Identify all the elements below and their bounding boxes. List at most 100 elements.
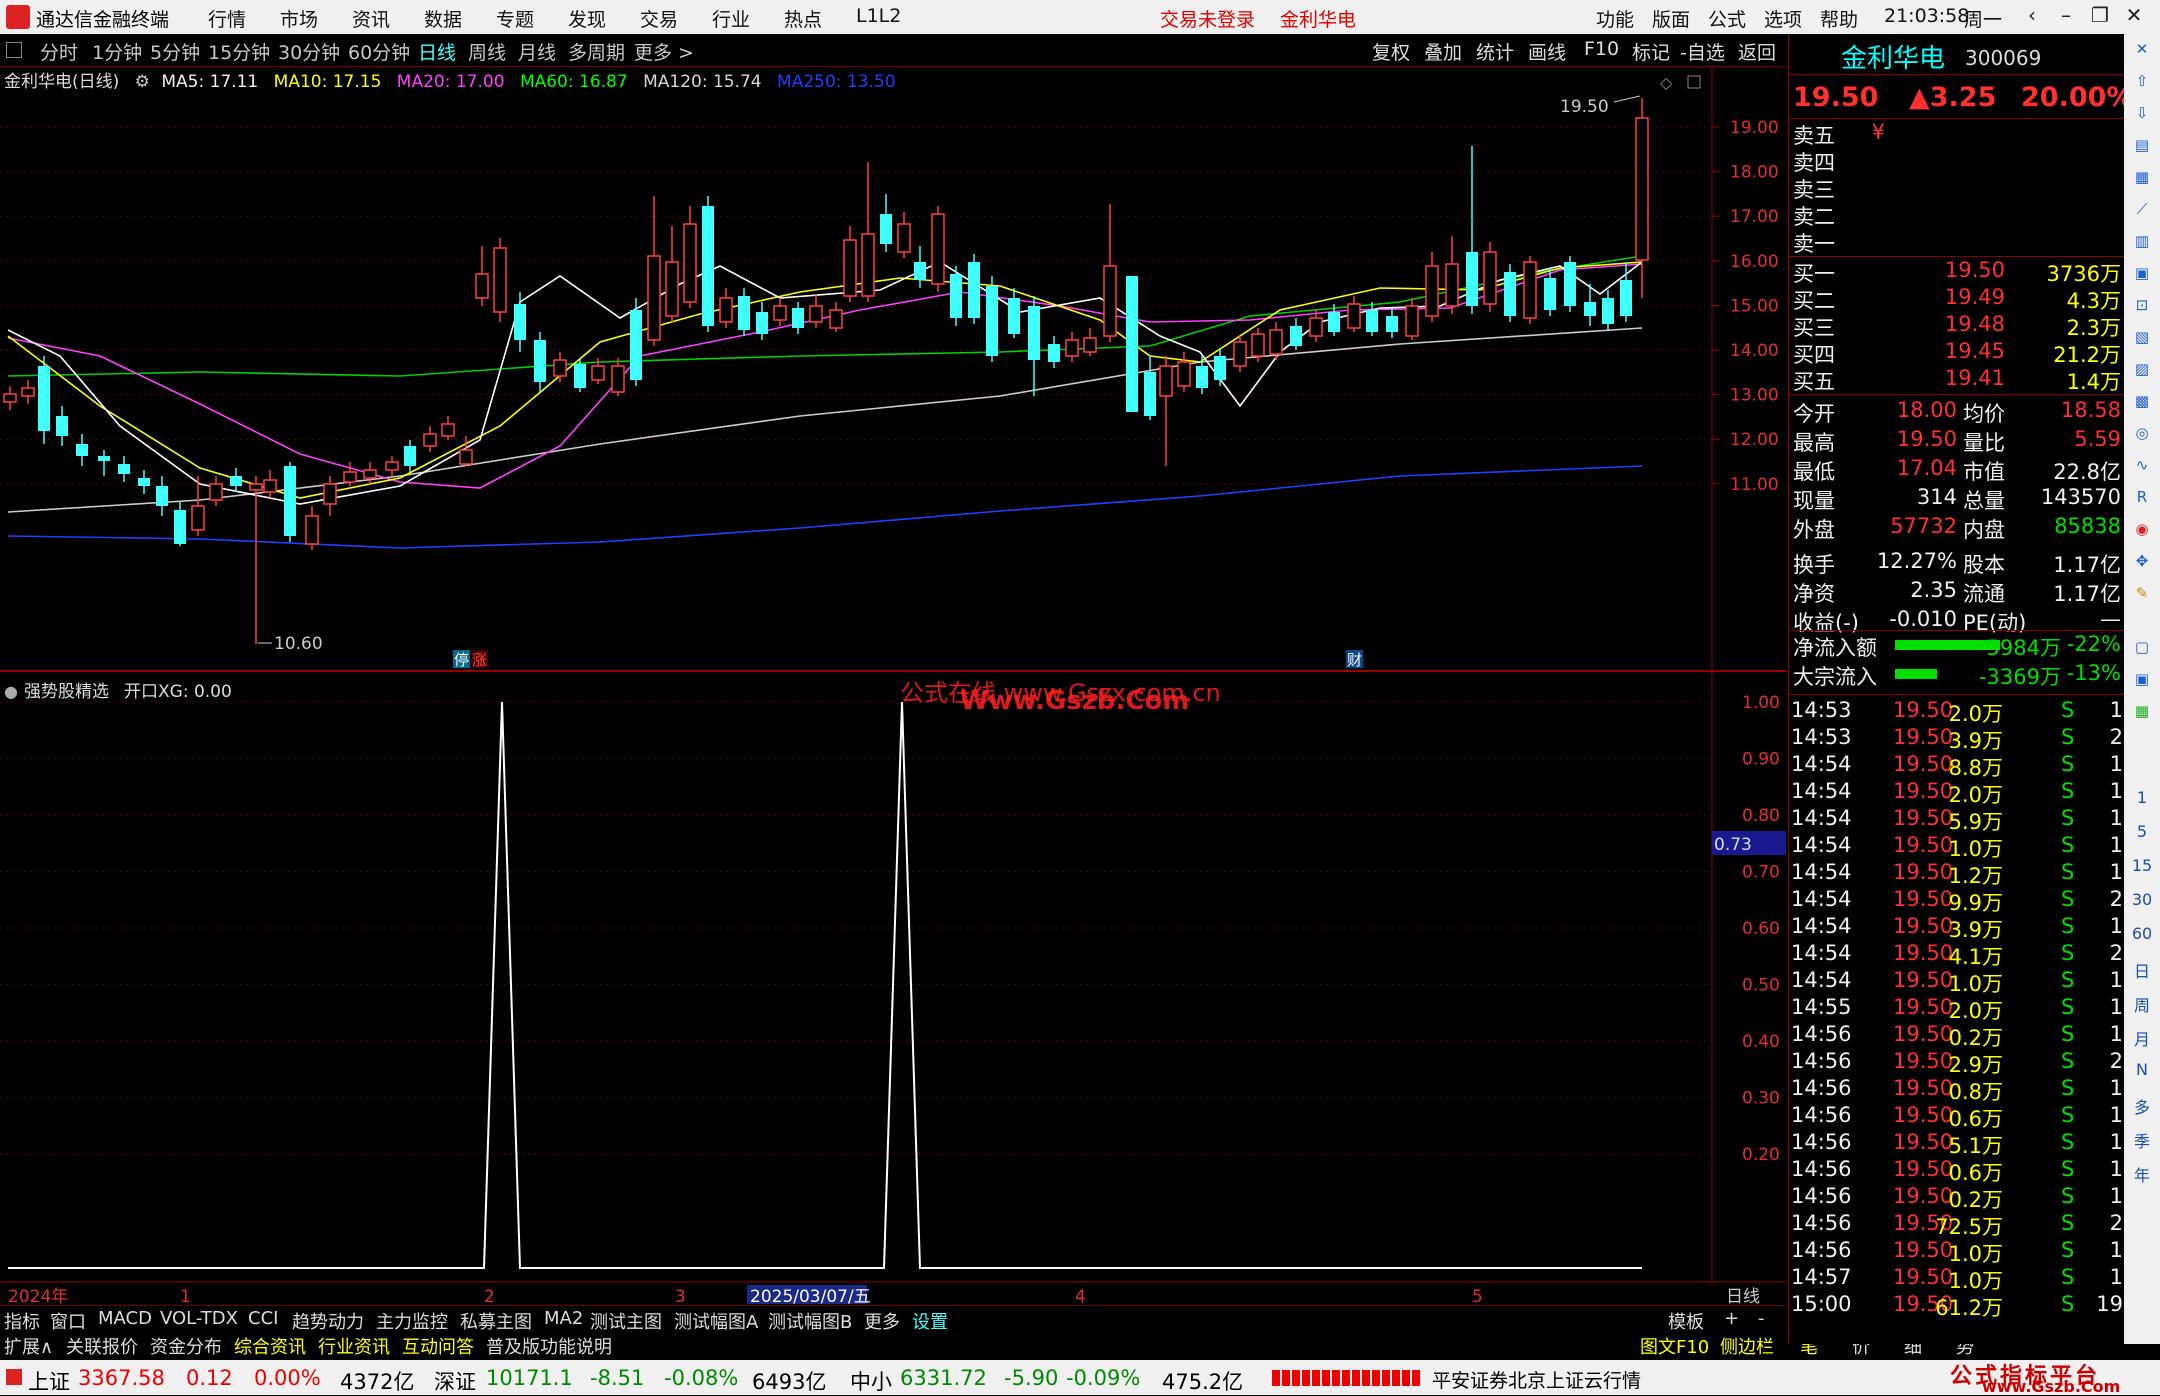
sell-level[interactable]: 卖五 ¥ [1789, 120, 2125, 148]
toolbar-period-button[interactable]: 30 [2130, 890, 2154, 912]
back-icon[interactable]: ‹ [2018, 3, 2046, 31]
close-icon[interactable]: ✕ [2120, 3, 2148, 31]
toolbar-period-button[interactable]: 日 [2130, 958, 2154, 981]
tab-related-quotes[interactable]: 关联报价 [66, 1333, 138, 1359]
toolbar-period-button[interactable]: 周 [2130, 992, 2154, 1015]
tab-15min[interactable]: 15分钟 [208, 38, 270, 65]
toolbar-period-button[interactable]: 15 [2130, 856, 2154, 878]
button-back[interactable]: 返回 [1738, 38, 1776, 65]
toolbar-line-icon[interactable]: ⟋ [2130, 200, 2154, 222]
sell-level[interactable]: 卖三 [1789, 174, 2125, 202]
tab-ma2[interactable]: MA2 [544, 1308, 583, 1329]
toolbar-grid2-icon[interactable]: ▦ [2130, 702, 2154, 724]
button-remove-watchlist[interactable]: -自选 [1680, 38, 1725, 65]
tab-feature-guide[interactable]: 普及版功能说明 [486, 1333, 612, 1359]
toolbar-period-button[interactable]: 月 [2130, 1026, 2154, 1049]
toolbar-period-button[interactable]: 季 [2130, 1128, 2154, 1151]
button-remove[interactable]: - [1758, 1308, 1765, 1329]
menu-topics[interactable]: 专题 [496, 5, 534, 32]
tab-cci[interactable]: CCI [248, 1308, 278, 1329]
tab-1min[interactable]: 1分钟 [92, 38, 142, 65]
tab-60min[interactable]: 60分钟 [348, 38, 410, 65]
tab-macd[interactable]: MACD [98, 1308, 152, 1329]
button-mark[interactable]: 标记 [1632, 38, 1670, 65]
menu-data[interactable]: 数据 [424, 5, 462, 32]
toolbar-wave-icon[interactable]: ∿ [2130, 456, 2154, 478]
toolbar-period-button[interactable]: 5 [2130, 822, 2154, 844]
event-tag-finance[interactable]: 财 [1347, 651, 1362, 669]
buy-level[interactable]: 买五 19.41 1.4万 [1789, 366, 2125, 394]
restore-icon[interactable]: ❐ [2086, 3, 2114, 31]
toolbar-table-icon[interactable]: ▣ [2130, 264, 2154, 286]
chart-diamond-icon[interactable]: ◇ [1660, 73, 1673, 92]
toolbar-grid-icon[interactable]: ▦ [2130, 168, 2154, 190]
toolbar-doc-icon[interactable]: ▧ [2130, 328, 2154, 350]
tab-industry-news[interactable]: 行业资讯 [318, 1333, 390, 1359]
event-tag-limitup[interactable]: 涨 [472, 651, 487, 669]
toolbar-period-button[interactable]: 多 [2130, 1094, 2154, 1117]
toolbar-down-icon[interactable]: ⇩ [2130, 104, 2154, 126]
sh-label[interactable]: 上证 [28, 1366, 70, 1396]
toolbar-close-icon[interactable]: ✕ [2130, 40, 2154, 62]
toolbar-period-button[interactable]: 年 [2130, 1162, 2154, 1185]
menu-options[interactable]: 选项 [1764, 5, 1802, 32]
menu-news[interactable]: 资讯 [352, 5, 390, 32]
buy-level[interactable]: 买二 19.49 4.3万 [1789, 285, 2125, 313]
buy-level[interactable]: 买一 19.50 3736万 [1789, 258, 2125, 286]
tab-daily[interactable]: 日线 [418, 38, 456, 65]
sell-level[interactable]: 卖二 [1789, 201, 2125, 229]
menu-l1l2[interactable]: L1L2 [856, 5, 901, 27]
button-f10[interactable]: F10 [1584, 38, 1619, 60]
tab-weekly[interactable]: 周线 [468, 38, 506, 65]
tab-30min[interactable]: 30分钟 [278, 38, 340, 65]
tab-monthly[interactable]: 月线 [518, 38, 556, 65]
tab-multi-period[interactable]: 多周期 [568, 38, 625, 65]
tab-interactive-qa[interactable]: 互动问答 [402, 1333, 474, 1359]
minimize-icon[interactable]: – [2052, 3, 2080, 31]
sz-label[interactable]: 深证 [434, 1366, 476, 1396]
kline-chart[interactable]: 19.50 10.60 停 涨 财 ◇ ● 强势股精选 开口XG: 0.00 公… [0, 66, 1786, 1304]
toolbar-compass-icon[interactable]: ◎ [2130, 424, 2154, 446]
buy-level[interactable]: 买四 19.45 21.2万 [1789, 339, 2125, 367]
menu-formula[interactable]: 公式 [1708, 5, 1746, 32]
server-status[interactable]: 平安证券北京上证云行情 [1432, 1366, 1641, 1393]
toolbar-list-icon[interactable]: ▤ [2130, 136, 2154, 158]
button-draw[interactable]: 画线 [1528, 38, 1566, 65]
toolbar-alert-icon[interactable]: ◉ [2130, 520, 2154, 542]
button-stats[interactable]: 统计 [1476, 38, 1514, 65]
menu-quotes[interactable]: 行情 [208, 5, 246, 32]
tab-more[interactable]: 更多 > [634, 38, 694, 65]
button-add[interactable]: + [1724, 1308, 1739, 1329]
toolbar-up-icon[interactable]: ⇧ [2130, 72, 2154, 94]
toolbar-f10-icon[interactable]: ⊡ [2130, 296, 2154, 318]
menu-help[interactable]: 帮助 [1820, 5, 1858, 32]
menu-hot[interactable]: 热点 [784, 5, 822, 32]
toolbar-move-icon[interactable]: ✥ [2130, 552, 2154, 574]
collapse-icon[interactable] [6, 42, 22, 58]
toolbar-f3-icon[interactable]: ▩ [2130, 392, 2154, 414]
menu-market[interactable]: 市场 [280, 5, 318, 32]
tab-fund-distribution[interactable]: 资金分布 [150, 1333, 222, 1359]
tab-vol-tdx[interactable]: VOL-TDX [160, 1308, 238, 1329]
toolbar-period-button[interactable]: 1 [2130, 788, 2154, 810]
menu-industry[interactable]: 行业 [712, 5, 750, 32]
sell-level[interactable]: 卖一 [1789, 228, 2125, 256]
menu-function[interactable]: 功能 [1596, 5, 1634, 32]
chart-expand-icon[interactable] [1687, 75, 1701, 89]
zx-label[interactable]: 中小 [850, 1366, 892, 1396]
tab-expand[interactable]: 扩展∧ [4, 1333, 53, 1359]
sell-level[interactable]: 卖四 [1789, 147, 2125, 175]
tab-5min[interactable]: 5分钟 [150, 38, 200, 65]
menu-layout[interactable]: 版面 [1652, 5, 1690, 32]
button-adjust[interactable]: 复权 [1372, 38, 1410, 65]
event-tag-halt[interactable]: 停 [454, 651, 469, 669]
toolbar-rsi-icon[interactable]: R [2130, 488, 2154, 510]
toolbar-period-button[interactable]: 60 [2130, 924, 2154, 946]
buy-level[interactable]: 买三 19.48 2.3万 [1789, 312, 2125, 340]
tab-timeshare[interactable]: 分时 [40, 38, 78, 65]
menu-discover[interactable]: 发现 [568, 5, 606, 32]
login-status[interactable]: 交易未登录 [1160, 5, 1255, 32]
indicator-menu-icon[interactable]: ● [4, 682, 18, 701]
toolbar-period-button[interactable]: N [2130, 1060, 2154, 1082]
tab-general-news[interactable]: 综合资讯 [234, 1333, 306, 1359]
